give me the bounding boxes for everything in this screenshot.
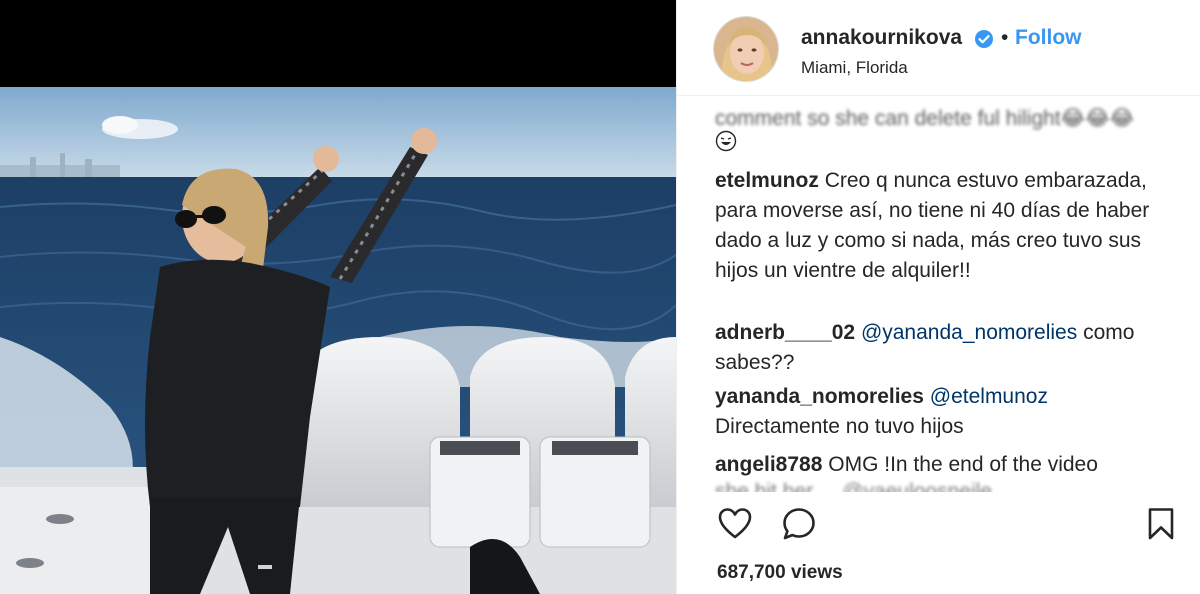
laughing-emoji-icon [715,130,737,152]
follow-button[interactable]: Follow [1015,26,1082,50]
heart-icon[interactable] [717,506,753,542]
video-letterbox [0,0,676,87]
comment-username[interactable]: angeli8788 [715,453,822,476]
comment-mention[interactable]: @yananda_nomorelies [861,321,1077,344]
view-count: 687,700 views [717,562,843,583]
post-media[interactable] [0,0,676,594]
comment-mention[interactable]: @etelmunoz [930,385,1048,408]
bookmark-icon[interactable] [1143,506,1179,542]
comment-username[interactable]: adnerb____02 [715,321,855,344]
comment-username[interactable]: yananda_nomorelies [715,385,924,408]
verified-badge-icon [975,30,993,48]
comment-item: adnerb____02 @yananda_nomorelies como sa… [715,318,1185,378]
separator-dot: • [1001,26,1009,49]
post-sidebar: annakournikova • Follow Miami, Florida c… [676,0,1200,594]
post-header: annakournikova • Follow Miami, Florida [677,0,1200,96]
comment-item: angeli8788 OMG !In the end of the video [715,450,1185,480]
username[interactable]: annakournikova [801,26,962,50]
video-image [0,87,676,594]
comment-icon[interactable] [781,506,817,542]
truncated-comment: she hit her ... @yaeuloosneile [715,480,992,492]
avatar[interactable] [713,16,779,82]
location-link[interactable]: Miami, Florida [801,58,908,78]
video-frame[interactable] [0,87,676,594]
avatar-image [714,17,778,81]
truncated-comment: comment so she can delete ful hilight😂😂😂 [715,107,1135,130]
comment-text: Directamente no tuvo hijos [715,415,964,438]
comment-text: OMG !In the end of the video [828,453,1098,476]
comment-item: etelmunoz Creo q nunca estuvo embarazada… [715,166,1185,286]
action-bar: 687,700 views [677,494,1200,594]
comment-item: yananda_nomorelies @etelmunoz Directamen… [715,382,1185,442]
comment-username[interactable]: etelmunoz [715,169,819,192]
comments-list[interactable]: comment so she can delete ful hilight😂😂😂… [677,100,1200,492]
